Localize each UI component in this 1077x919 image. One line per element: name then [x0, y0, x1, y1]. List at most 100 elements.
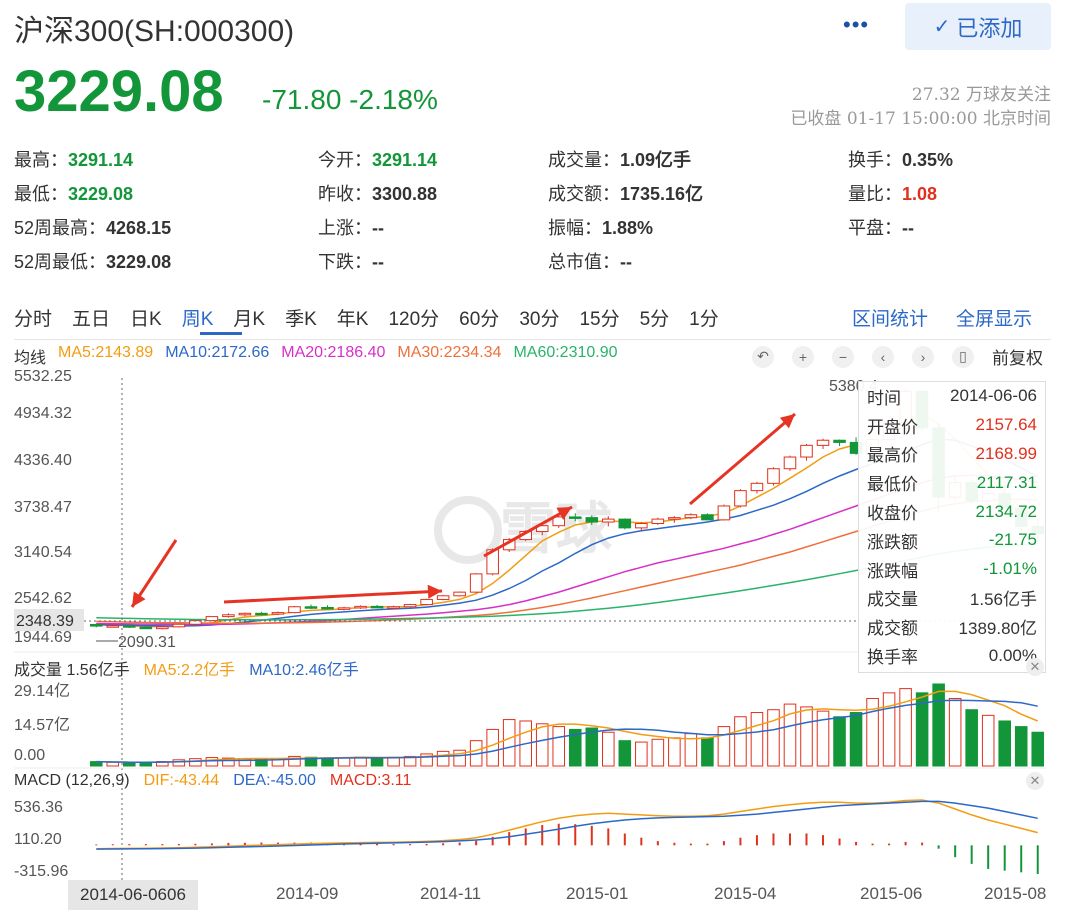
volume-bar: [387, 756, 400, 767]
candle-body: [172, 623, 186, 628]
candle-body: [106, 625, 120, 628]
macd-dea-line: [96, 800, 1038, 850]
candle-body: [635, 522, 648, 529]
candle-body: [288, 606, 301, 614]
close-macd-icon[interactable]: ✕: [1026, 772, 1044, 790]
tooltip-value: 1.56亿手: [969, 590, 1037, 610]
volume-bar: [948, 697, 962, 767]
candle-body: [651, 518, 665, 524]
tooltip-value: 2014-06-06: [950, 386, 1037, 406]
tooltip-key: 涨跌幅: [867, 561, 918, 581]
volume-bar: [849, 712, 863, 767]
tooltip-key: 最高价: [867, 446, 918, 466]
tooltip-key: 时间: [867, 388, 901, 408]
candle-body: [701, 514, 714, 521]
volume-bar: [981, 714, 995, 767]
candle-body: [354, 605, 367, 609]
volume-axis-label: 14.57亿: [14, 716, 70, 734]
volume-bar: [337, 757, 351, 767]
tooltip-value: 1389.80亿: [958, 619, 1037, 639]
volume-bar: [701, 737, 714, 767]
volume-bar: [189, 758, 202, 767]
tooltip-key: 涨跌额: [867, 532, 918, 552]
annotation-arrowhead: [132, 591, 146, 607]
x-axis-label: 2015-01: [566, 884, 629, 903]
crosshair-price-label: 2348.39: [16, 613, 74, 630]
volume-bar: [882, 692, 896, 767]
volume-bar: [123, 762, 136, 767]
tooltip-row: 时间 2014-06-06: [859, 382, 1045, 411]
candle-body: [321, 606, 334, 610]
candle-body: [717, 505, 731, 521]
candle-body: [123, 625, 136, 628]
x-axis-label: 2015-04: [714, 884, 777, 903]
candle-body: [370, 605, 384, 609]
x-axis-label: 2015-08: [984, 884, 1047, 903]
macd-axis-label: 536.36: [14, 799, 63, 816]
candle-body: [767, 468, 780, 484]
volume-bar: [767, 709, 780, 767]
candle-body: [453, 591, 466, 597]
tooltip-value: -1.01%: [983, 559, 1037, 579]
volume-bar: [602, 731, 615, 767]
volume-bar: [1014, 726, 1028, 767]
volume-bar: [932, 683, 945, 767]
volume-bar: [717, 726, 731, 767]
volume-bar: [668, 737, 681, 767]
volume-bar: [370, 757, 384, 767]
macd-axis-label: 110.20: [14, 831, 62, 848]
close-volume-icon[interactable]: ✕: [1026, 658, 1044, 676]
candle-body: [403, 604, 417, 608]
tooltip-key: 开盘价: [867, 417, 918, 437]
tooltip-value: 2134.72: [975, 501, 1037, 521]
tooltip-value: 2117.31: [976, 472, 1037, 492]
price-axis-label: 1944.69: [14, 629, 72, 646]
candle-body: [668, 517, 681, 520]
volume-bar: [436, 750, 450, 767]
candle-body: [734, 490, 747, 507]
tooltip-value: -21.75: [988, 530, 1037, 550]
volume-bar: [635, 741, 648, 767]
candle-body: [585, 517, 599, 523]
x-axis-label: 2015-06: [860, 884, 923, 903]
tooltip-row: 开盘价 2157.64: [859, 411, 1045, 440]
volume-bar: [585, 727, 599, 767]
candle-body: [238, 612, 252, 616]
tooltip-value: 2157.64: [975, 415, 1037, 435]
legend-item: DEA:-45.00: [233, 772, 316, 789]
volume-bar: [205, 757, 219, 767]
price-axis-label: 3140.54: [14, 544, 72, 561]
tooltip-row: 涨跌幅 -1.01%: [859, 555, 1045, 584]
legend-item: MACD:3.11: [329, 772, 412, 789]
candle-body: [436, 595, 450, 600]
legend-item: MACD (12,26,9): [14, 772, 130, 789]
volume-bar: [734, 716, 747, 767]
x-axis-label: 2014-09: [276, 884, 339, 903]
annotation-arrow: [223, 589, 443, 604]
candle-body: [833, 439, 846, 443]
candle-body: [684, 514, 698, 519]
x-axis-label: 2014-11: [420, 884, 482, 903]
candle-body: [205, 616, 219, 622]
volume-bar: [750, 712, 764, 767]
candle-body: [420, 598, 433, 606]
candle-body: [271, 612, 285, 615]
price-axis-label: 4934.32: [14, 405, 72, 422]
tooltip-row: 收盘价 2134.72: [859, 497, 1045, 526]
legend-item: DIF:-43.44: [143, 772, 220, 789]
tooltip-row: 最高价 2168.99: [859, 440, 1045, 469]
legend-item: MA5:2.2亿手: [143, 662, 236, 679]
tooltip-row: 换手率 0.00%: [859, 641, 1045, 670]
candle-body: [387, 606, 400, 609]
tooltip-key: 最低价: [867, 475, 918, 495]
legend-item: 成交量 1.56亿手: [14, 662, 130, 679]
selected-date-tag: 2014-06-06 06: [68, 880, 198, 910]
volume-bar: [486, 728, 499, 767]
candle-body: [783, 456, 797, 470]
volume-axis-label: 0.00: [14, 747, 45, 764]
watermark: 雪球: [500, 497, 613, 560]
candle-body: [156, 626, 169, 630]
candle-body: [816, 439, 830, 446]
volume-bar: [965, 709, 978, 767]
tooltip-key: 成交量: [867, 590, 918, 610]
